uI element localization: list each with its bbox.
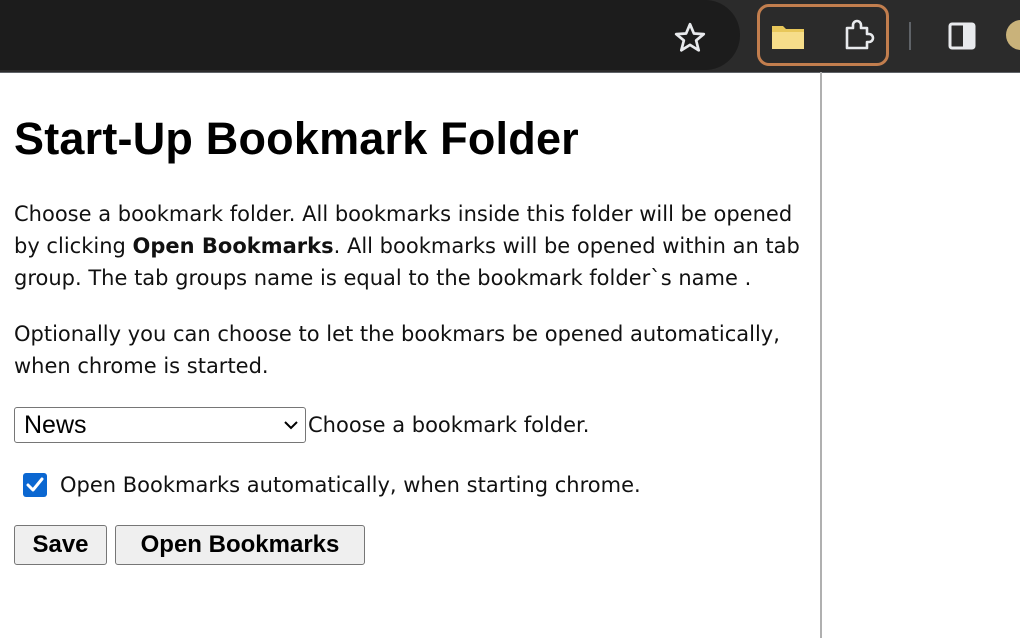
open-bookmarks-button[interactable]: Open Bookmarks: [115, 525, 365, 565]
folder-icon[interactable]: [770, 20, 806, 52]
folder-select[interactable]: News: [14, 407, 306, 443]
star-icon[interactable]: [672, 20, 708, 56]
popup-content: Start-Up Bookmark Folder Choose a bookma…: [14, 72, 804, 565]
browser-toolbar: [0, 0, 1020, 73]
folder-select-value: News: [24, 411, 87, 439]
auto-open-label: Open Bookmarks automatically, when start…: [60, 473, 641, 497]
save-button[interactable]: Save: [14, 525, 107, 565]
optional-text: Optionally you can choose to let the boo…: [14, 322, 780, 378]
auto-open-checkbox[interactable]: [23, 473, 47, 497]
checkmark-icon: [26, 477, 44, 492]
puzzle-icon[interactable]: [838, 16, 878, 56]
button-row: Save Open Bookmarks: [14, 525, 804, 565]
auto-open-row: Open Bookmarks automatically, when start…: [23, 470, 804, 500]
toolbar-divider: [909, 22, 911, 50]
intro-text: Choose a bookmark folder. All bookmarks …: [14, 198, 804, 294]
popup-border: [820, 72, 822, 638]
folder-select-label: Choose a bookmark folder.: [308, 413, 590, 437]
avatar[interactable]: [1006, 20, 1020, 52]
intro-text-bold: Open Bookmarks: [132, 234, 334, 258]
chevron-down-icon: [284, 421, 298, 430]
address-bar[interactable]: [0, 0, 740, 70]
page-title: Start-Up Bookmark Folder: [14, 113, 579, 164]
folder-select-row: News Choose a bookmark folder.: [14, 406, 804, 444]
side-panel-icon[interactable]: [946, 20, 978, 52]
